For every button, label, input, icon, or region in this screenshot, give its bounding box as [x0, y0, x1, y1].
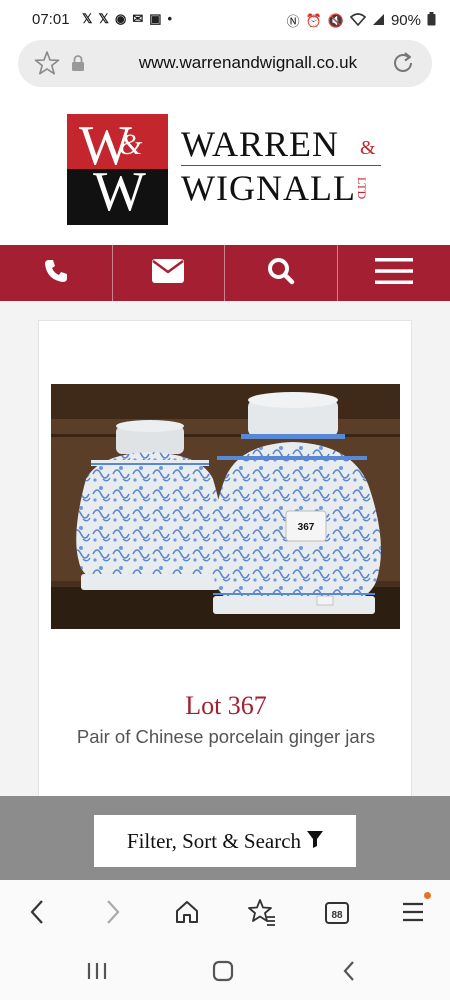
logo-divider: [181, 165, 381, 166]
logo-ltd: LTD: [355, 177, 369, 200]
lot-description[interactable]: Pair of Chinese porcelain ginger jars: [39, 726, 413, 748]
lot-card[interactable]: 367 Lot 367 Pair of Chinese porcelain gi…: [38, 320, 412, 800]
phone-button[interactable]: [0, 245, 113, 301]
system-icons: Ⓝ ⏰ 🔇 90%: [287, 11, 436, 30]
signal-icon: [372, 13, 385, 29]
system-back-icon[interactable]: [334, 959, 364, 983]
menu-icon: [374, 257, 413, 290]
main-nav: [0, 245, 450, 301]
filter-bar: Filter, Sort & Search: [0, 796, 450, 880]
nfc-icon: Ⓝ: [286, 14, 300, 29]
circle-icon: ◉: [114, 11, 127, 26]
menu-button[interactable]: [338, 245, 450, 301]
x-icon: 𝕏: [98, 11, 109, 26]
filter-funnel-icon: [307, 829, 324, 854]
reload-icon[interactable]: [390, 50, 416, 76]
site-header: W & W WARREN & WIGNALL LTD: [0, 93, 450, 245]
email-button[interactable]: [113, 245, 225, 301]
home-icon[interactable]: [172, 897, 202, 927]
e-icon: ▣: [149, 11, 162, 26]
filter-sort-search-button[interactable]: Filter, Sort & Search: [94, 815, 356, 867]
mail-icon: [152, 258, 185, 288]
browser-toolbar: 88: [0, 880, 450, 942]
lock-icon: [71, 55, 85, 71]
forward-arrow-icon[interactable]: [98, 897, 128, 927]
wifi-icon: [349, 12, 367, 29]
battery-percent: 90%: [390, 12, 421, 29]
lot-photo[interactable]: 367: [51, 384, 400, 629]
logo-wordmark-amp: &: [360, 137, 376, 159]
status-bar: 07:01 𝕏 𝕏 ◉ ✉ ▣ • Ⓝ ⏰ 🔇 90%: [0, 0, 450, 40]
alarm-icon: ⏰: [305, 12, 322, 28]
address-bar-container: www.warrenandwignall.co.uk: [0, 40, 450, 93]
address-bar[interactable]: www.warrenandwignall.co.uk: [18, 40, 432, 87]
filter-button-label: Filter, Sort & Search: [126, 828, 302, 853]
logo-wordmark-line2[interactable]: WIGNALL: [181, 167, 356, 209]
mute-icon: 🔇: [327, 12, 344, 28]
status-time: 07:01: [32, 11, 70, 28]
notification-icons: 𝕏 𝕏 ◉ ✉ ▣ •: [82, 11, 172, 27]
svg-text:88: 88: [331, 910, 343, 921]
search-icon: [267, 257, 295, 290]
bookmark-star-icon[interactable]: [34, 50, 60, 76]
recent-apps-icon[interactable]: [82, 959, 112, 983]
logo-mark[interactable]: W & W: [67, 114, 168, 225]
bookmarks-star-icon[interactable]: [247, 897, 277, 927]
phone-icon: [43, 258, 69, 289]
notification-dot: [424, 892, 431, 899]
system-nav-bar: [0, 942, 450, 1000]
battery-icon: [427, 12, 436, 29]
lot-tag-number: 367: [298, 522, 315, 533]
search-button[interactable]: [225, 245, 338, 301]
logo-wordmark-line1[interactable]: WARREN: [181, 123, 339, 165]
tabs-icon[interactable]: 88: [322, 897, 352, 927]
lot-title[interactable]: Lot 367: [39, 691, 413, 721]
dot-icon: •: [167, 11, 173, 26]
home-button-icon[interactable]: [208, 959, 238, 983]
lot-list: 367 Lot 367 Pair of Chinese porcelain gi…: [0, 301, 450, 800]
back-arrow-icon[interactable]: [22, 897, 52, 927]
mail-icon: ✉: [132, 11, 144, 26]
x-icon: 𝕏: [82, 11, 93, 26]
url-text[interactable]: www.warrenandwignall.co.uk: [98, 53, 398, 73]
menu-icon[interactable]: [398, 897, 428, 927]
